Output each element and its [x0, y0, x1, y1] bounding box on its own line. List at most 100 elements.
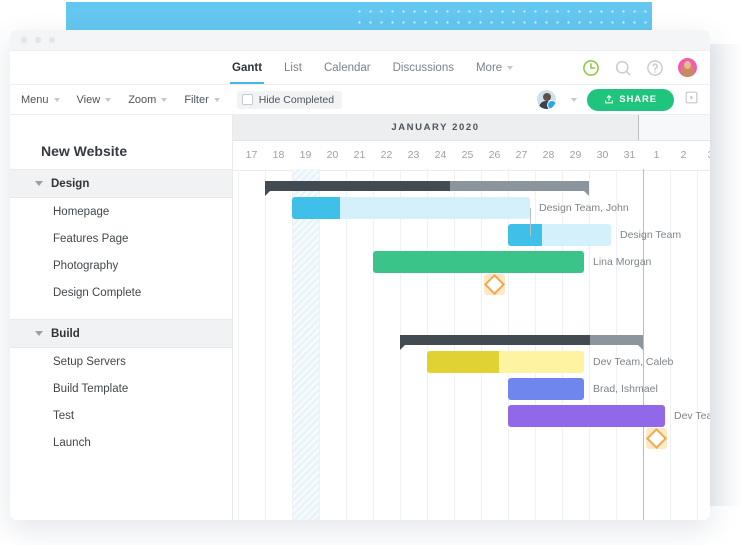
gantt-task-progress — [508, 224, 542, 246]
tab-list[interactable]: List — [273, 51, 313, 84]
gantt-task-bar[interactable] — [292, 197, 530, 219]
gantt-task-bar[interactable] — [508, 378, 584, 400]
menu-button-label: Menu — [21, 94, 49, 106]
day-header-cell: 18 — [265, 141, 292, 170]
sidebar-item-photography[interactable]: Photography — [10, 252, 232, 279]
tab-more[interactable]: More — [465, 51, 524, 84]
avatar-status-badge — [547, 100, 556, 109]
share-button-label: SHARE — [619, 94, 657, 105]
tab-discussions[interactable]: Discussions — [382, 51, 465, 84]
clock-icon[interactable] — [582, 59, 600, 77]
share-button[interactable]: SHARE — [587, 89, 674, 111]
diamond-icon — [484, 274, 505, 295]
upload-icon — [604, 94, 614, 105]
day-header-cell: 23 — [400, 141, 427, 170]
gantt-summary-bar[interactable] — [265, 181, 589, 191]
sidebar-item-features-page[interactable]: Features Page — [10, 225, 232, 252]
sidebar-group-design-label: Design — [51, 178, 89, 190]
gridline — [292, 169, 293, 520]
chevron-down-icon — [161, 98, 167, 102]
chevron-down-icon — [214, 98, 220, 102]
gridline — [697, 169, 698, 520]
month-divider — [643, 169, 644, 520]
gantt-dependency-link — [530, 208, 531, 236]
month-label: JANUARY 2020 — [233, 122, 638, 133]
gantt-bar-assignee-label: Design Team — [620, 228, 681, 242]
sidebar-item-design-complete[interactable]: Design Complete — [10, 279, 232, 306]
gantt-milestone[interactable] — [646, 428, 667, 449]
window-dot-maximize[interactable] — [49, 37, 55, 43]
sidebar-item-test[interactable]: Test — [10, 402, 232, 429]
sidebar-item-setup-servers[interactable]: Setup Servers — [10, 348, 232, 375]
diamond-icon — [646, 428, 667, 449]
tab-discussions-label: Discussions — [393, 62, 454, 74]
view-tabbar: Gantt List Calendar Discussions More — [10, 51, 710, 85]
sidebar-item-homepage[interactable]: Homepage — [10, 198, 232, 225]
gantt-task-progress — [292, 197, 340, 219]
view-button-label: View — [77, 94, 101, 106]
sidebar-item-launch[interactable]: Launch — [10, 429, 232, 456]
presentation-icon[interactable] — [684, 90, 699, 110]
search-icon[interactable] — [614, 59, 632, 77]
hide-completed-checkbox[interactable] — [242, 94, 253, 105]
gridline — [319, 169, 320, 520]
sidebar-item-label: Design Complete — [53, 287, 141, 299]
day-header-cell: 19 — [292, 141, 319, 170]
view-button[interactable]: View — [77, 94, 112, 106]
gridline — [373, 169, 374, 520]
page-title: New Website — [10, 115, 232, 169]
help-icon[interactable] — [646, 59, 664, 77]
gridline — [346, 169, 347, 520]
menu-button[interactable]: Menu — [21, 94, 60, 106]
next-month-header — [638, 115, 710, 140]
avatar-owner[interactable] — [537, 90, 556, 109]
header-icon-group — [582, 51, 710, 84]
sidebar-item-label: Test — [53, 410, 74, 422]
gantt-chart[interactable]: JANUARY 2020 171819202122232425262728293… — [233, 115, 710, 520]
sidebar-item-build-template[interactable]: Build Template — [10, 375, 232, 402]
gridline — [670, 169, 671, 520]
day-header-cell: 28 — [535, 141, 562, 170]
gantt-task-bar[interactable] — [508, 224, 611, 246]
zoom-button-label: Zoom — [128, 94, 156, 106]
tab-calendar-label: Calendar — [324, 62, 371, 74]
chevron-down-icon[interactable] — [571, 98, 577, 102]
avatar[interactable] — [678, 58, 697, 77]
sidebar-group-design[interactable]: Design — [10, 169, 232, 198]
gantt-task-bar[interactable] — [373, 251, 584, 273]
sidebar-item-label: Launch — [53, 437, 91, 449]
window-dot-close[interactable] — [21, 37, 27, 43]
window-dot-minimize[interactable] — [35, 37, 41, 43]
sidebar-group-build[interactable]: Build — [10, 319, 232, 348]
chevron-down-icon — [54, 98, 60, 102]
app-window: Gantt List Calendar Discussions More — [10, 30, 710, 520]
chevron-down-icon[interactable] — [35, 181, 43, 186]
tab-more-label: More — [476, 62, 502, 74]
gantt-task-bar[interactable] — [427, 351, 584, 373]
today-column-highlight — [292, 169, 319, 520]
timeline-month-header: JANUARY 2020 — [233, 115, 710, 141]
gantt-milestone[interactable] — [484, 274, 505, 295]
gantt-summary-bar[interactable] — [400, 335, 643, 345]
chevron-down-icon[interactable] — [35, 331, 43, 336]
gantt-summary-progress — [400, 335, 590, 345]
day-header-cell: 3 — [697, 141, 710, 170]
tab-gantt[interactable]: Gantt — [221, 51, 273, 84]
sidebar-group-build-label: Build — [51, 328, 80, 340]
gridline — [265, 169, 266, 520]
decorative-banner — [66, 2, 652, 32]
day-header-cell: 22 — [373, 141, 400, 170]
day-header-cell: 30 — [589, 141, 616, 170]
sidebar-spacer — [10, 306, 232, 319]
filter-button[interactable]: Filter — [184, 94, 219, 106]
gantt-body: New Website Design Homepage Features Pag… — [10, 115, 710, 520]
window-titlebar — [10, 30, 710, 51]
tab-calendar[interactable]: Calendar — [313, 51, 382, 84]
banner-dot-pattern — [352, 2, 652, 32]
gantt-task-bar[interactable] — [508, 405, 665, 427]
day-header-cell: 31 — [616, 141, 643, 170]
zoom-button[interactable]: Zoom — [128, 94, 167, 106]
hide-completed-label: Hide Completed — [259, 94, 334, 106]
hide-completed-toggle[interactable]: Hide Completed — [237, 91, 342, 109]
gantt-toolbar: Menu View Zoom Filter Hide Completed — [10, 85, 710, 115]
